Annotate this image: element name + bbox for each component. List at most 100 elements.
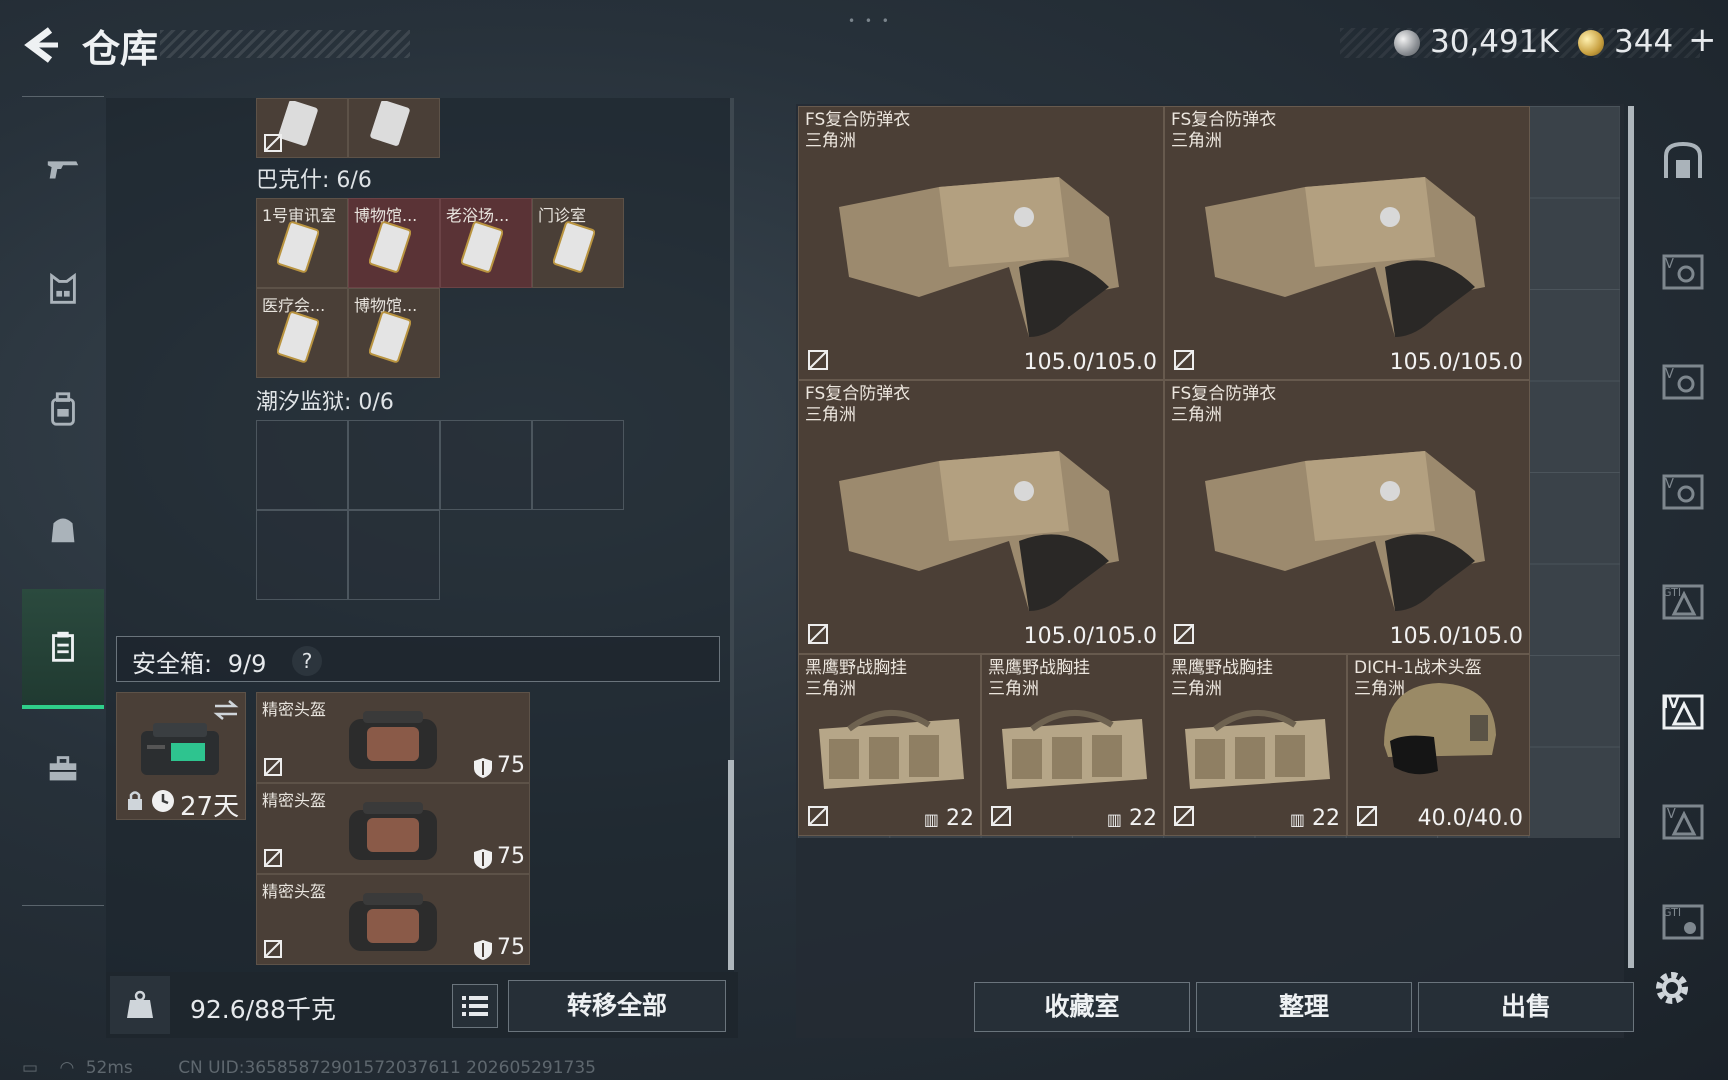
item-name: 黑鹰野战胸挂 三角洲 (988, 658, 1090, 699)
list-view-button[interactable] (452, 984, 498, 1028)
empty-key-slot[interactable] (440, 420, 532, 510)
item-durability: 105.0/105.0 (1023, 350, 1157, 375)
storage-item-armor[interactable]: FS复合防弹衣 三角洲 105.0/105.0 (798, 106, 1164, 380)
weight-value: 92.6/88千克 (190, 995, 336, 1024)
safebox-item[interactable]: 精密头盔 75 (256, 692, 530, 783)
safebox-help-button[interactable]: ? (292, 646, 322, 676)
chest-rig-icon (1002, 710, 1147, 789)
shield-icon (474, 940, 492, 960)
key-card-slot[interactable]: 门诊室 (532, 198, 624, 288)
item-name: 精密头盔 (262, 700, 327, 719)
storage-tab-6[interactable]: IV (1646, 776, 1720, 866)
silver-coin-icon (1394, 30, 1420, 56)
item-name: FS复合防弹衣 三角洲 (1171, 110, 1277, 151)
no-bind-icon (264, 940, 282, 958)
item-name: FS复合防弹衣 三角洲 (805, 384, 911, 425)
backpack-icon (51, 392, 75, 426)
empty-key-slot[interactable] (348, 420, 440, 510)
key-card-icon (369, 221, 411, 273)
add-currency-button[interactable]: + (1688, 20, 1717, 60)
sort-button[interactable]: 整理 (1196, 982, 1412, 1032)
key-card-slot[interactable]: 医疗会... (256, 288, 348, 378)
group-label-chaoxi: 潮汐监狱: 0/6 (256, 390, 394, 415)
sell-button[interactable]: 出售 (1418, 982, 1634, 1032)
key-card-slot[interactable]: 1号审讯室 (256, 198, 348, 288)
key-card-slot[interactable]: 博物馆... (348, 198, 440, 288)
storage-item-armor[interactable]: FS复合防弹衣 三角洲 105.0/105.0 (1164, 380, 1530, 654)
weight-icon-box (110, 976, 170, 1034)
storage-item-chest-rig[interactable]: 黑鹰野战胸挂 三角洲 ▥ 22 (1164, 654, 1347, 836)
left-scrollbar[interactable] (728, 760, 734, 970)
storage-tab-7[interactable]: GTI (1646, 876, 1720, 966)
no-bind-icon (1174, 350, 1194, 370)
body-armor-icon (1205, 177, 1485, 337)
drag-handle[interactable]: • • • (848, 14, 892, 28)
key-card-slot[interactable] (256, 98, 348, 158)
item-durability: 105.0/105.0 (1023, 624, 1157, 649)
key-card-slot[interactable] (348, 98, 440, 158)
helmet-case-icon (349, 893, 437, 951)
nav-safebox[interactable] (22, 589, 104, 709)
empty-key-slot[interactable] (348, 510, 440, 600)
right-scrollbar[interactable] (1628, 106, 1634, 968)
storage-grid-icon: V (1662, 474, 1704, 510)
storage-tab-2[interactable]: V (1646, 336, 1720, 426)
storage-tab-3[interactable]: V (1646, 446, 1720, 536)
body-armor-icon (839, 177, 1119, 337)
svg-text:GTI: GTI (1663, 586, 1681, 599)
item-capacity: ▥ 22 (1289, 806, 1340, 831)
empty-key-slot[interactable] (256, 510, 348, 600)
safebox-item[interactable]: 精密头盔 75 (256, 783, 530, 874)
storage-tab-1[interactable]: V (1646, 226, 1720, 316)
settings-gear-icon[interactable] (1650, 966, 1694, 1010)
storage-item-armor[interactable]: FS复合防弹衣 三角洲 105.0/105.0 (1164, 106, 1530, 380)
no-bind-icon (264, 134, 282, 152)
nav-weapons[interactable] (22, 109, 104, 229)
storage-item-helmet[interactable]: DICH-1战术头盔 三角洲 40.0/40.0 (1347, 654, 1530, 836)
safebox-item[interactable]: 精密头盔 75 (256, 874, 530, 965)
storage-item-chest-rig[interactable]: 黑鹰野战胸挂 三角洲 ▥ 22 (981, 654, 1164, 836)
transfer-all-button[interactable]: 转移全部 (508, 980, 726, 1032)
storage-item-chest-rig[interactable]: 黑鹰野战胸挂 三角洲 ▥ 22 (798, 654, 981, 836)
wifi-icon: ◠ (59, 1058, 75, 1078)
ping-value: 52ms (85, 1058, 133, 1078)
item-name: 精密头盔 (262, 791, 327, 810)
no-bind-icon (808, 350, 828, 370)
clock-icon (152, 790, 174, 812)
storage-item-armor[interactable]: FS复合防弹衣 三角洲 105.0/105.0 (798, 380, 1164, 654)
storage-tab-5-active[interactable]: IV (1646, 666, 1720, 756)
key-card-icon (277, 311, 319, 363)
empty-key-slot[interactable] (256, 420, 348, 510)
storage-home-icon (1664, 141, 1702, 178)
key-card-slot[interactable]: 博物馆... (348, 288, 440, 378)
helmet-case-icon (349, 802, 437, 860)
back-arrow-icon[interactable] (20, 24, 62, 66)
storage-tab-4[interactable]: GTI (1646, 556, 1720, 646)
item-name: 黑鹰野战胸挂 三角洲 (1171, 658, 1273, 699)
title-decoration (160, 30, 410, 58)
user-uid: CN UID:36585872901572037611 202605291735 (178, 1058, 596, 1078)
item-durability: 75 (497, 753, 525, 778)
key-card-icon (277, 221, 319, 273)
safebox-days-remaining: 27天 (180, 792, 240, 822)
storage-tab-home[interactable] (1646, 116, 1720, 206)
gun-icon (47, 161, 79, 179)
capacity-icon: ▥ (1289, 810, 1305, 829)
nav-backpack[interactable] (22, 349, 104, 469)
key-card-icon (461, 221, 503, 273)
body-armor-icon (839, 451, 1119, 611)
no-bind-icon (1174, 806, 1194, 826)
svg-text:V: V (1665, 367, 1674, 382)
swap-icon[interactable] (213, 699, 239, 721)
key-card-slot[interactable]: 老浴场... (440, 198, 532, 288)
page-title: 仓库 (82, 27, 159, 71)
nav-case[interactable] (22, 709, 104, 829)
storage-grid-icon: V (1662, 254, 1704, 290)
vest-icon (50, 272, 76, 304)
nav-bag[interactable] (22, 469, 104, 589)
empty-key-slot[interactable] (532, 420, 624, 510)
nav-vest[interactable] (22, 229, 104, 349)
key-card-icon (370, 101, 410, 146)
no-bind-icon (1174, 624, 1194, 644)
collection-room-button[interactable]: 收藏室 (974, 982, 1190, 1032)
